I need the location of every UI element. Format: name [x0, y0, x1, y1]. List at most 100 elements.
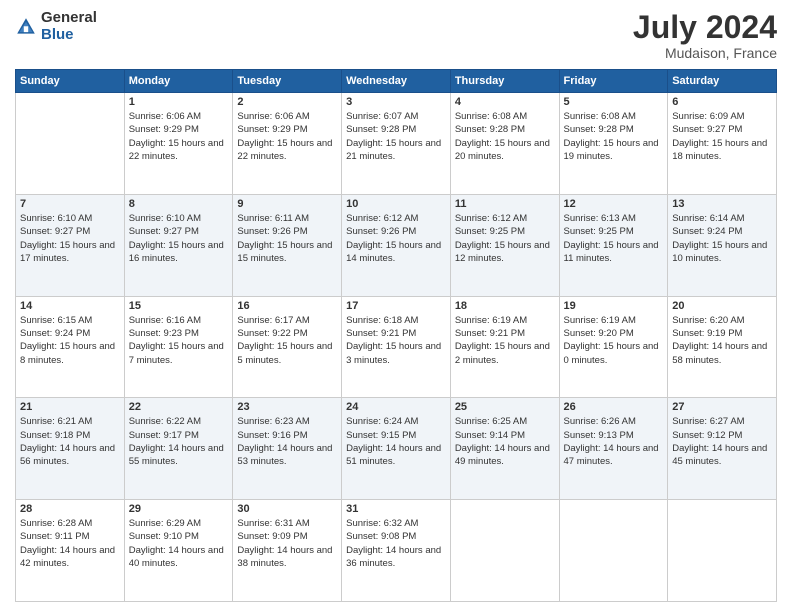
day-info: Sunrise: 6:19 AMSunset: 9:21 PMDaylight:…	[455, 314, 555, 367]
col-saturday: Saturday	[668, 70, 777, 93]
day-info: Sunrise: 6:06 AMSunset: 9:29 PMDaylight:…	[237, 110, 337, 163]
page: General Blue July 2024 Mudaison, France …	[0, 0, 792, 612]
calendar-cell: 20 Sunrise: 6:20 AMSunset: 9:19 PMDaylig…	[668, 296, 777, 398]
calendar-cell: 7 Sunrise: 6:10 AMSunset: 9:27 PMDayligh…	[16, 194, 125, 296]
day-info: Sunrise: 6:08 AMSunset: 9:28 PMDaylight:…	[564, 110, 664, 163]
day-number: 31	[346, 503, 446, 515]
day-number: 19	[564, 300, 664, 312]
day-number: 29	[129, 503, 229, 515]
calendar-week-4: 21 Sunrise: 6:21 AMSunset: 9:18 PMDaylig…	[16, 398, 777, 500]
day-info: Sunrise: 6:06 AMSunset: 9:29 PMDaylight:…	[129, 110, 229, 163]
calendar-week-1: 1 Sunrise: 6:06 AMSunset: 9:29 PMDayligh…	[16, 93, 777, 195]
day-info: Sunrise: 6:10 AMSunset: 9:27 PMDaylight:…	[20, 212, 120, 265]
calendar-cell	[668, 500, 777, 602]
logo-general-text: General	[41, 10, 97, 27]
day-info: Sunrise: 6:22 AMSunset: 9:17 PMDaylight:…	[129, 415, 229, 468]
day-number: 22	[129, 401, 229, 413]
calendar-cell: 5 Sunrise: 6:08 AMSunset: 9:28 PMDayligh…	[559, 93, 668, 195]
col-wednesday: Wednesday	[342, 70, 451, 93]
day-number: 14	[20, 300, 120, 312]
calendar-cell: 1 Sunrise: 6:06 AMSunset: 9:29 PMDayligh…	[124, 93, 233, 195]
day-number: 1	[129, 96, 229, 108]
day-number: 28	[20, 503, 120, 515]
header: General Blue July 2024 Mudaison, France	[15, 10, 777, 61]
day-info: Sunrise: 6:16 AMSunset: 9:23 PMDaylight:…	[129, 314, 229, 367]
calendar-cell: 18 Sunrise: 6:19 AMSunset: 9:21 PMDaylig…	[450, 296, 559, 398]
calendar-cell	[16, 93, 125, 195]
calendar-cell: 22 Sunrise: 6:22 AMSunset: 9:17 PMDaylig…	[124, 398, 233, 500]
calendar-cell	[450, 500, 559, 602]
day-info: Sunrise: 6:32 AMSunset: 9:08 PMDaylight:…	[346, 517, 446, 570]
calendar-cell: 12 Sunrise: 6:13 AMSunset: 9:25 PMDaylig…	[559, 194, 668, 296]
day-number: 30	[237, 503, 337, 515]
day-number: 4	[455, 96, 555, 108]
day-info: Sunrise: 6:12 AMSunset: 9:26 PMDaylight:…	[346, 212, 446, 265]
day-number: 27	[672, 401, 772, 413]
day-info: Sunrise: 6:14 AMSunset: 9:24 PMDaylight:…	[672, 212, 772, 265]
day-number: 10	[346, 198, 446, 210]
day-number: 8	[129, 198, 229, 210]
col-thursday: Thursday	[450, 70, 559, 93]
day-info: Sunrise: 6:31 AMSunset: 9:09 PMDaylight:…	[237, 517, 337, 570]
calendar-cell: 19 Sunrise: 6:19 AMSunset: 9:20 PMDaylig…	[559, 296, 668, 398]
day-info: Sunrise: 6:19 AMSunset: 9:20 PMDaylight:…	[564, 314, 664, 367]
calendar-cell: 15 Sunrise: 6:16 AMSunset: 9:23 PMDaylig…	[124, 296, 233, 398]
calendar-cell: 2 Sunrise: 6:06 AMSunset: 9:29 PMDayligh…	[233, 93, 342, 195]
calendar-cell: 8 Sunrise: 6:10 AMSunset: 9:27 PMDayligh…	[124, 194, 233, 296]
calendar-cell: 30 Sunrise: 6:31 AMSunset: 9:09 PMDaylig…	[233, 500, 342, 602]
day-info: Sunrise: 6:24 AMSunset: 9:15 PMDaylight:…	[346, 415, 446, 468]
calendar-cell: 3 Sunrise: 6:07 AMSunset: 9:28 PMDayligh…	[342, 93, 451, 195]
day-info: Sunrise: 6:17 AMSunset: 9:22 PMDaylight:…	[237, 314, 337, 367]
day-number: 11	[455, 198, 555, 210]
day-info: Sunrise: 6:29 AMSunset: 9:10 PMDaylight:…	[129, 517, 229, 570]
calendar-cell: 28 Sunrise: 6:28 AMSunset: 9:11 PMDaylig…	[16, 500, 125, 602]
day-info: Sunrise: 6:26 AMSunset: 9:13 PMDaylight:…	[564, 415, 664, 468]
day-info: Sunrise: 6:15 AMSunset: 9:24 PMDaylight:…	[20, 314, 120, 367]
calendar-cell: 21 Sunrise: 6:21 AMSunset: 9:18 PMDaylig…	[16, 398, 125, 500]
logo-text: General Blue	[41, 10, 97, 43]
day-number: 21	[20, 401, 120, 413]
day-info: Sunrise: 6:12 AMSunset: 9:25 PMDaylight:…	[455, 212, 555, 265]
day-info: Sunrise: 6:25 AMSunset: 9:14 PMDaylight:…	[455, 415, 555, 468]
col-tuesday: Tuesday	[233, 70, 342, 93]
calendar-week-5: 28 Sunrise: 6:28 AMSunset: 9:11 PMDaylig…	[16, 500, 777, 602]
day-number: 17	[346, 300, 446, 312]
day-info: Sunrise: 6:18 AMSunset: 9:21 PMDaylight:…	[346, 314, 446, 367]
day-number: 25	[455, 401, 555, 413]
calendar-cell: 10 Sunrise: 6:12 AMSunset: 9:26 PMDaylig…	[342, 194, 451, 296]
day-info: Sunrise: 6:23 AMSunset: 9:16 PMDaylight:…	[237, 415, 337, 468]
day-number: 3	[346, 96, 446, 108]
day-number: 2	[237, 96, 337, 108]
day-info: Sunrise: 6:21 AMSunset: 9:18 PMDaylight:…	[20, 415, 120, 468]
calendar-cell: 4 Sunrise: 6:08 AMSunset: 9:28 PMDayligh…	[450, 93, 559, 195]
day-info: Sunrise: 6:11 AMSunset: 9:26 PMDaylight:…	[237, 212, 337, 265]
title-block: July 2024 Mudaison, France	[633, 10, 777, 61]
calendar-cell: 17 Sunrise: 6:18 AMSunset: 9:21 PMDaylig…	[342, 296, 451, 398]
calendar-cell: 27 Sunrise: 6:27 AMSunset: 9:12 PMDaylig…	[668, 398, 777, 500]
calendar-cell: 9 Sunrise: 6:11 AMSunset: 9:26 PMDayligh…	[233, 194, 342, 296]
calendar-cell: 31 Sunrise: 6:32 AMSunset: 9:08 PMDaylig…	[342, 500, 451, 602]
calendar-cell: 11 Sunrise: 6:12 AMSunset: 9:25 PMDaylig…	[450, 194, 559, 296]
logo: General Blue	[15, 10, 97, 43]
day-info: Sunrise: 6:28 AMSunset: 9:11 PMDaylight:…	[20, 517, 120, 570]
calendar-cell: 14 Sunrise: 6:15 AMSunset: 9:24 PMDaylig…	[16, 296, 125, 398]
calendar-cell: 29 Sunrise: 6:29 AMSunset: 9:10 PMDaylig…	[124, 500, 233, 602]
col-friday: Friday	[559, 70, 668, 93]
day-number: 13	[672, 198, 772, 210]
day-number: 7	[20, 198, 120, 210]
day-number: 15	[129, 300, 229, 312]
calendar-cell: 24 Sunrise: 6:24 AMSunset: 9:15 PMDaylig…	[342, 398, 451, 500]
location-text: Mudaison, France	[633, 45, 777, 61]
day-info: Sunrise: 6:08 AMSunset: 9:28 PMDaylight:…	[455, 110, 555, 163]
calendar-week-2: 7 Sunrise: 6:10 AMSunset: 9:27 PMDayligh…	[16, 194, 777, 296]
calendar-cell: 6 Sunrise: 6:09 AMSunset: 9:27 PMDayligh…	[668, 93, 777, 195]
day-number: 16	[237, 300, 337, 312]
col-sunday: Sunday	[16, 70, 125, 93]
logo-blue-text: Blue	[41, 27, 97, 44]
calendar-cell	[559, 500, 668, 602]
logo-icon	[15, 16, 37, 38]
calendar-cell: 16 Sunrise: 6:17 AMSunset: 9:22 PMDaylig…	[233, 296, 342, 398]
day-number: 26	[564, 401, 664, 413]
day-number: 12	[564, 198, 664, 210]
day-number: 5	[564, 96, 664, 108]
